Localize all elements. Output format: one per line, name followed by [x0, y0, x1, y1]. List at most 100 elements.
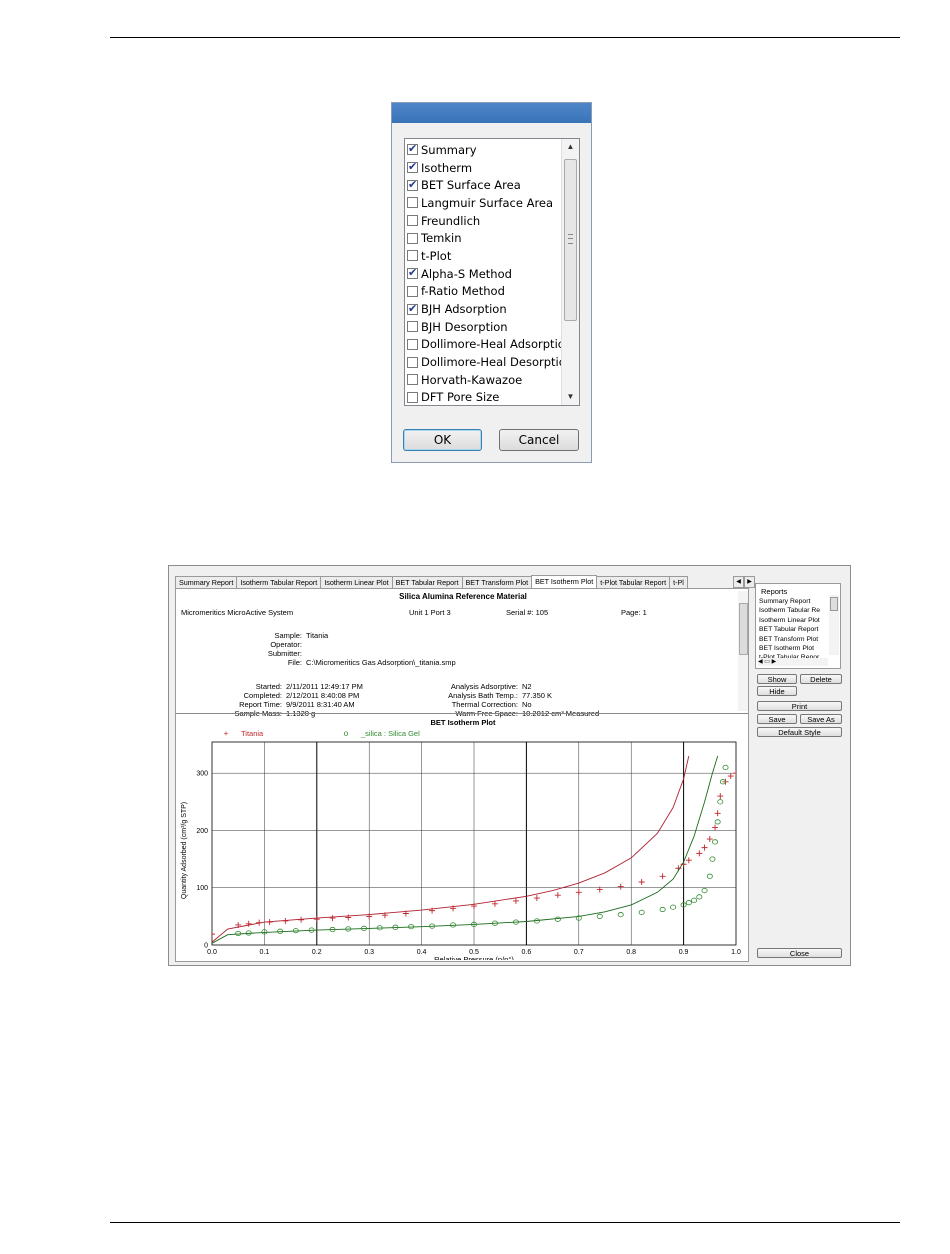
legend-label: Titania: [241, 729, 264, 738]
checkbox-unchecked-icon[interactable]: [407, 285, 418, 297]
report-tab[interactable]: t-Pl: [669, 576, 688, 588]
report-checklist[interactable]: Summary Isotherm BET Surface Area Langmuir …: [404, 138, 580, 406]
file-value: C:\Micromeritics Gas Adsorption\_titania…: [306, 658, 456, 667]
checklist-item-label: Freundlich: [421, 213, 481, 228]
x-tick-label: 0.0: [207, 949, 217, 956]
checkbox-unchecked-icon[interactable]: [407, 391, 418, 403]
tab-scroll-arrows: ◀ ▶: [733, 576, 755, 588]
checklist-item[interactable]: Temkin: [407, 229, 561, 247]
checklist-item-label: Langmuir Surface Area: [421, 195, 554, 210]
save-as-button[interactable]: Save As: [800, 714, 842, 724]
checklist-scrollbar[interactable]: ▲ ▼: [561, 139, 579, 405]
checkbox-unchecked-icon[interactable]: [407, 338, 418, 350]
checkbox-unchecked-icon[interactable]: [407, 356, 418, 368]
checklist-items: Summary Isotherm BET Surface Area Langmuir …: [407, 141, 561, 405]
checklist-item[interactable]: BJH Adsorption: [407, 300, 561, 318]
checkbox-checked-icon[interactable]: [407, 178, 418, 191]
scroll-thumb[interactable]: [564, 159, 577, 321]
checklist-item[interactable]: Summary: [407, 141, 561, 159]
report-tab[interactable]: t-Plot Tabular Report: [596, 576, 671, 588]
checklist-item-label: DFT Pore Size: [421, 390, 500, 405]
scroll-up-arrow-icon[interactable]: ▲: [562, 139, 579, 155]
reports-list-item[interactable]: Isotherm Linear Plot: [759, 616, 829, 625]
default-style-button[interactable]: Default Style: [757, 727, 842, 737]
chart-title: BET Isotherm Plot: [430, 718, 496, 727]
report-tabs: Summary Report Isotherm Tabular Report Iso…: [175, 575, 688, 588]
y-tick-label: 100: [196, 885, 208, 892]
report-header-scrollbar[interactable]: [738, 591, 748, 711]
dialog-title-bar[interactable]: [392, 103, 591, 123]
page-number: Page: 1: [621, 608, 647, 617]
reports-list-hscrollbar[interactable]: ◀ ▭ ▶: [758, 658, 828, 666]
checklist-item-label: Horvath-Kawazoe: [421, 372, 523, 387]
ok-button[interactable]: OK: [403, 429, 482, 451]
x-tick-label: 0.6: [522, 949, 532, 956]
scroll-thumb[interactable]: [830, 597, 838, 611]
checkbox-checked-icon[interactable]: [407, 160, 418, 174]
checkbox-unchecked-icon[interactable]: [407, 250, 418, 262]
report-selection-dialog: Summary Isotherm BET Surface Area Langmuir …: [391, 102, 592, 463]
reports-list-item[interactable]: Isotherm Tabular Re: [759, 606, 829, 615]
checklist-item[interactable]: Dollimore-Heal Adsorption: [407, 336, 561, 354]
show-button[interactable]: Show: [757, 674, 797, 684]
y-axis-label: Quantity Adsorbed (cm³/g STP): [181, 802, 188, 899]
report-tab[interactable]: BET Isotherm Plot: [531, 575, 598, 588]
cancel-button[interactable]: Cancel: [499, 429, 579, 451]
report-title: Silica Alumina Reference Material: [399, 592, 527, 601]
checklist-item[interactable]: Horvath-Kawazoe: [407, 371, 561, 389]
checkbox-unchecked-icon[interactable]: [407, 215, 418, 227]
checklist-item-label: Temkin: [421, 231, 462, 246]
checklist-item[interactable]: BJH Desorption: [407, 318, 561, 336]
checklist-item[interactable]: Isotherm: [407, 159, 561, 177]
report-tab[interactable]: Isotherm Tabular Report: [236, 576, 322, 588]
tab-right-arrow-icon[interactable]: ▶: [744, 576, 755, 588]
checklist-item[interactable]: Alpha-S Method: [407, 265, 561, 283]
checklist-item[interactable]: Dollimore-Heal Desorption: [407, 353, 561, 371]
report-tab[interactable]: Summary Report: [175, 576, 238, 588]
checkbox-unchecked-icon[interactable]: [407, 232, 418, 244]
legend-marker-plus-icon: +: [224, 729, 229, 738]
x-axis-label: Relative Pressure (p/p°): [434, 955, 514, 960]
checklist-item-label: Dollimore-Heal Desorption: [421, 355, 561, 370]
serial-number: Serial #: 105: [506, 608, 549, 617]
bath-temp-value: 77.350 K: [522, 691, 553, 700]
checkbox-unchecked-icon[interactable]: [407, 374, 418, 386]
print-button[interactable]: Print: [757, 701, 842, 711]
adsorptive-label: Analysis Adsorptive:: [450, 682, 518, 691]
close-button[interactable]: Close: [757, 948, 842, 958]
x-tick-label: 0.3: [364, 949, 374, 956]
reports-list-item[interactable]: BET Tabular Report: [759, 625, 829, 634]
reports-list-item[interactable]: BET Isotherm Plot: [759, 644, 829, 653]
checkbox-unchecked-icon[interactable]: [407, 321, 418, 333]
checkbox-checked-icon[interactable]: [407, 266, 418, 280]
grip-icon: [568, 234, 573, 244]
sample-label: Sample:: [274, 631, 302, 640]
tab-left-arrow-icon[interactable]: ◀: [733, 576, 744, 588]
save-button[interactable]: Save: [757, 714, 797, 724]
delete-button[interactable]: Delete: [800, 674, 842, 684]
reports-list-item[interactable]: BET Transform Plot: [759, 635, 829, 644]
reports-list[interactable]: Reports Summary Report Isotherm Tabular R…: [755, 583, 841, 669]
reports-list-scrollbar[interactable]: [829, 595, 839, 655]
checklist-item[interactable]: Langmuir Surface Area: [407, 194, 561, 212]
checklist-item[interactable]: t-Plot: [407, 247, 561, 265]
report-tab[interactable]: BET Tabular Report: [391, 576, 463, 588]
checkbox-checked-icon[interactable]: [407, 142, 418, 156]
report-time-value: 9/9/2011 8:31:40 AM: [286, 700, 355, 709]
completed-label: Completed:: [243, 691, 282, 700]
scroll-down-arrow-icon[interactable]: ▼: [562, 389, 579, 405]
report-window: Summary Report Isotherm Tabular Report Iso…: [168, 565, 851, 966]
report-tab[interactable]: BET Transform Plot: [461, 576, 533, 588]
x-tick-label: 1.0: [731, 949, 741, 956]
checklist-item[interactable]: Freundlich: [407, 212, 561, 230]
checklist-item-label: BET Surface Area: [421, 178, 521, 193]
checkbox-checked-icon[interactable]: [407, 302, 418, 315]
checklist-item[interactable]: DFT Pore Size: [407, 389, 561, 405]
report-tab[interactable]: Isotherm Linear Plot: [320, 576, 393, 588]
reports-list-item[interactable]: Summary Report: [759, 597, 829, 606]
hide-button[interactable]: Hide: [757, 686, 797, 696]
checklist-item[interactable]: f-Ratio Method: [407, 283, 561, 301]
checkbox-unchecked-icon[interactable]: [407, 197, 418, 209]
scroll-thumb[interactable]: [739, 603, 748, 655]
checklist-item[interactable]: BET Surface Area: [407, 176, 561, 194]
